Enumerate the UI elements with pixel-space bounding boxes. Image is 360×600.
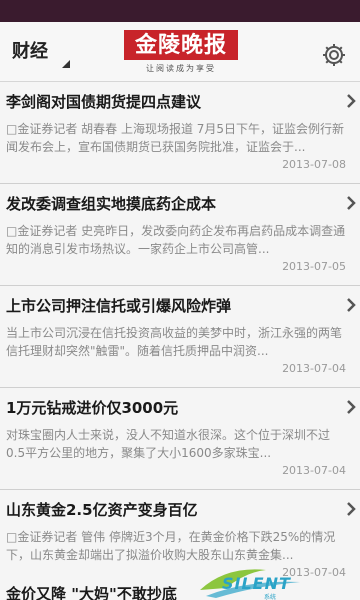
news-item[interactable]: 金价又降 "大妈"不敢抄底 bbox=[0, 582, 360, 600]
chevron-right-icon bbox=[347, 196, 356, 210]
news-item[interactable]: 发改委调查组实地摸底药企成本 □金证券记者 史亮昨日，发改委向药企发布再启药品成… bbox=[0, 184, 360, 286]
news-title: 上市公司押注信托或引爆风险炸弹 bbox=[6, 297, 232, 315]
news-date: 2013-07-08 bbox=[282, 158, 346, 171]
news-item[interactable]: 李剑阁对国债期货提四点建议 □金证券记者 胡春春 上海现场报道 7月5日下午，证… bbox=[0, 82, 360, 184]
news-date: 2013-07-04 bbox=[282, 464, 346, 477]
news-date: 2013-07-05 bbox=[282, 260, 346, 273]
newspaper-logo: 金陵晚报 bbox=[124, 30, 238, 60]
news-summary: □金证券记者 管伟 停牌近3个月，在黄金价格下跌25%的情况下，山东黄金却端出了… bbox=[6, 530, 336, 562]
news-item[interactable]: 上市公司押注信托或引爆风险炸弹 当上市公司沉浸在信托投资高收益的美梦中时，浙江永… bbox=[0, 286, 360, 388]
status-bar bbox=[0, 0, 360, 22]
news-title: 山东黄金2.5亿资产变身百亿 bbox=[6, 501, 198, 519]
news-summary: □金证券记者 胡春春 上海现场报道 7月5日下午，证监会例行新闻发布会上，宣布国… bbox=[6, 122, 345, 154]
news-summary: 对珠宝圈内人士来说，没人不知道水很深。这个位于深圳不过0.5平方公里的地方，聚集… bbox=[6, 428, 331, 460]
chevron-right-icon bbox=[347, 502, 356, 516]
news-date: 2013-07-04 bbox=[282, 362, 346, 375]
news-item[interactable]: 山东黄金2.5亿资产变身百亿 □金证券记者 管伟 停牌近3个月，在黄金价格下跌2… bbox=[0, 490, 360, 592]
news-summary: □金证券记者 史亮昨日，发改委向药企发布再启药品成本调查通知的消息引发市场热议。… bbox=[6, 224, 346, 256]
news-list: 李剑阁对国债期货提四点建议 □金证券记者 胡春春 上海现场报道 7月5日下午，证… bbox=[0, 82, 360, 592]
chevron-right-icon bbox=[347, 400, 356, 414]
news-title: 李剑阁对国债期货提四点建议 bbox=[6, 93, 202, 111]
chevron-down-icon[interactable] bbox=[62, 60, 70, 68]
watermark-sub: 系统 bbox=[264, 594, 277, 600]
chevron-right-icon bbox=[347, 298, 356, 312]
news-title: 1万元钻戒进价仅3000元 bbox=[6, 399, 179, 417]
chevron-right-icon bbox=[347, 94, 356, 108]
logo-slogan: 让阅读成为享受 bbox=[146, 64, 216, 73]
section-title[interactable]: 财经 bbox=[12, 40, 48, 64]
gear-icon[interactable] bbox=[321, 42, 347, 68]
news-title: 发改委调查组实地摸底药企成本 bbox=[6, 195, 217, 213]
news-summary: 当上市公司沉浸在信托投资高收益的美梦中时，浙江永强的两笔信托理财却突然"触雷"。… bbox=[6, 326, 343, 358]
news-item[interactable]: 1万元钻戒进价仅3000元 对珠宝圈内人士来说，没人不知道水很深。这个位于深圳不… bbox=[0, 388, 360, 490]
app-header: 财经 金陵晚报 让阅读成为享受 bbox=[0, 22, 360, 82]
news-title: 金价又降 "大妈"不敢抄底 bbox=[6, 585, 177, 600]
watermark-text: SILENT bbox=[222, 574, 291, 593]
